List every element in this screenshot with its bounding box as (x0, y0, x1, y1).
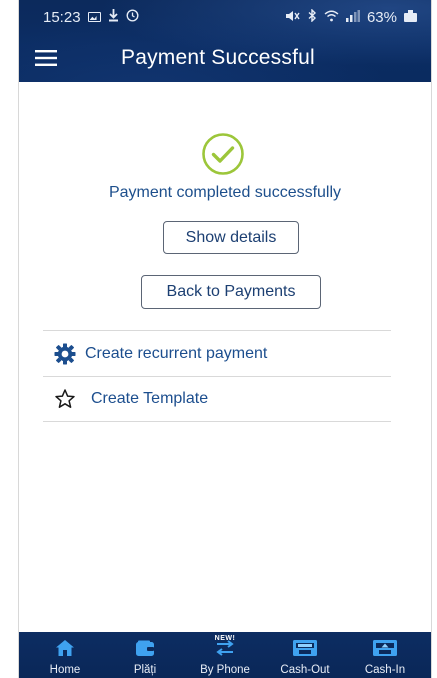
create-template-item[interactable]: Create Template (43, 377, 391, 421)
atm-cash-out-icon (292, 637, 318, 659)
status-left: 15:23 (43, 8, 139, 26)
gear-icon (53, 342, 77, 366)
wallet-icon (135, 637, 155, 659)
nav-cash-out-label: Cash-Out (280, 664, 330, 676)
success-message: Payment completed successfully (108, 184, 342, 201)
battery-icon (404, 9, 417, 22)
create-template-label: Create Template (91, 390, 209, 407)
nav-payments-label: Plăți (133, 664, 157, 676)
nav-by-phone-label: By Phone (200, 664, 250, 676)
divider (43, 330, 391, 331)
nav-home-label: Home (49, 664, 81, 676)
create-recurrent-payment-label: Create recurrent payment (85, 345, 268, 362)
status-time: 15:23 (43, 8, 81, 26)
battery-percent: 63% (366, 8, 397, 26)
main-content: Payment completed successfully Show deta… (19, 82, 431, 632)
top-bar: 15:23 63% Payment Successful (19, 0, 431, 82)
atm-cash-in-icon (372, 637, 398, 659)
download-notification-icon (108, 8, 119, 26)
phone-screen: 15:23 63% Payment Successful Payment com… (18, 0, 432, 678)
bottom-navigation: Home Plăți NEW! By Phone Cash-Out Cash-I… (19, 632, 431, 678)
back-to-payments-button[interactable]: Back to Payments (141, 275, 321, 309)
menu-button[interactable] (19, 34, 73, 82)
status-right: 63% (285, 7, 417, 26)
app-bar: Payment Successful (19, 34, 431, 82)
wifi-icon (324, 9, 339, 26)
create-recurrent-payment-item[interactable]: Create recurrent payment (43, 332, 391, 376)
alarm-clock-icon (126, 8, 139, 26)
mute-icon (285, 9, 300, 26)
nav-home[interactable]: Home (25, 632, 105, 678)
hamburger-menu-icon (35, 50, 57, 66)
star-outline-icon (53, 387, 77, 411)
nav-by-phone[interactable]: NEW! By Phone (185, 632, 265, 678)
home-icon (55, 637, 75, 659)
signal-icon (345, 9, 360, 26)
divider (43, 421, 391, 422)
bluetooth-icon (307, 7, 317, 26)
gallery-notification-icon (87, 12, 101, 22)
show-details-button[interactable]: Show details (163, 221, 299, 254)
new-badge: NEW! (214, 635, 236, 642)
nav-cash-in[interactable]: Cash-In (345, 632, 425, 678)
nav-cash-out[interactable]: Cash-Out (265, 632, 345, 678)
success-check-icon (202, 133, 244, 175)
nav-cash-in-label: Cash-In (364, 664, 406, 676)
status-bar: 15:23 63% (19, 0, 431, 34)
page-title: Payment Successful (121, 46, 315, 69)
nav-payments[interactable]: Plăți (105, 632, 185, 678)
